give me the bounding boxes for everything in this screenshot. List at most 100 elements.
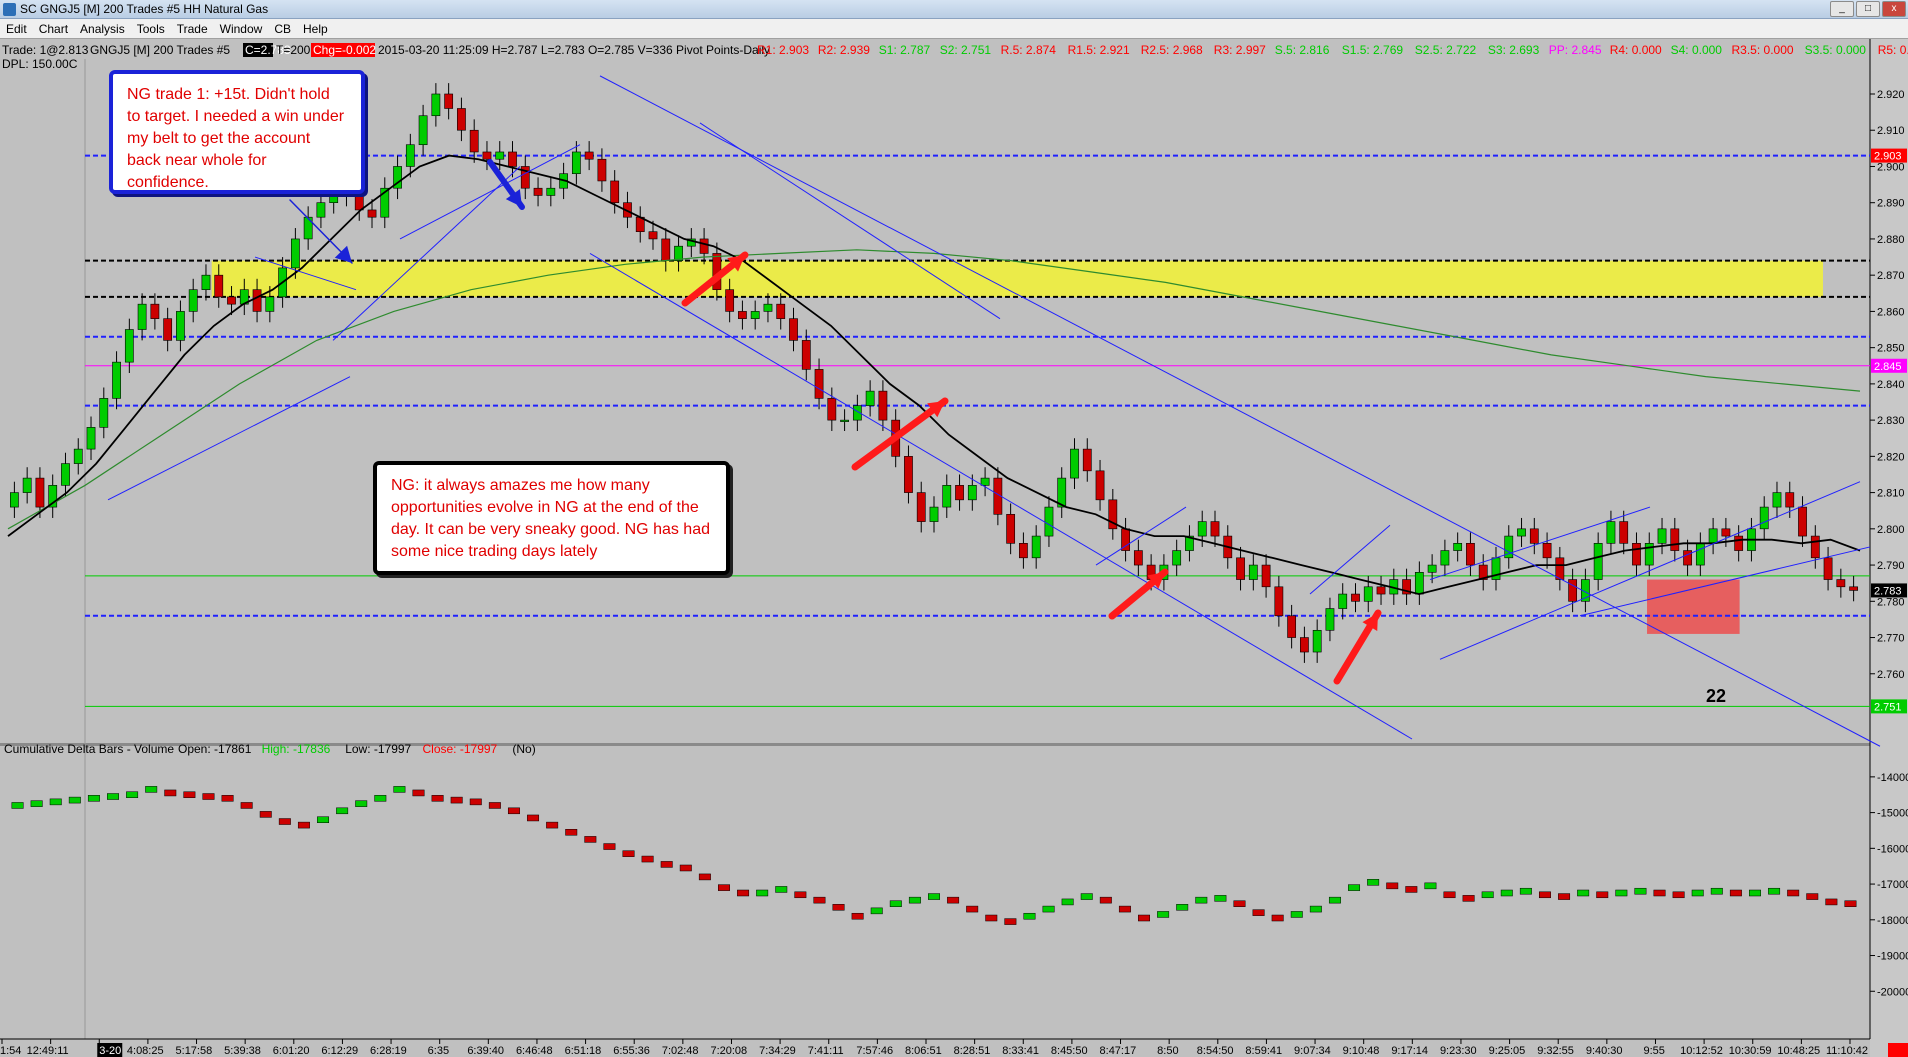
delta-bar [584,836,597,843]
annotation-number: 22 [1706,686,1726,706]
candle-body [1721,528,1731,537]
delta-bar [202,793,215,800]
candle-body [495,151,505,160]
candle-body [1019,543,1028,559]
y-tick-label: 2.800 [1877,524,1905,536]
delta-bar [374,795,387,802]
x-tick-label: 11:10:42 [1826,1045,1868,1057]
ohlc-label: 2015-03-20 11:25:09 H=2.787 L=2.783 O=2.… [378,43,770,57]
menu-chart[interactable]: Chart [33,19,74,38]
candle-body [112,361,121,399]
menu-trade[interactable]: Trade [171,19,214,38]
y-tick-label: 2.780 [1877,596,1905,608]
delta-bar [1004,918,1017,925]
delta-stat-label: Close: -17997 [423,742,498,756]
candle-body [176,311,185,341]
candle-body [1555,557,1565,580]
candle-body [1351,593,1360,602]
candle-body [1133,550,1143,566]
candle-body [1325,608,1335,631]
x-tick-label: 10:48:25 [1777,1045,1820,1057]
candle-body [980,477,990,486]
candle-body [354,195,364,211]
candle-body [865,390,875,406]
candle-body [776,303,786,319]
delta-bar [1023,912,1036,920]
delta-bar [546,821,559,829]
delta-bar [336,807,349,815]
delta-bar [1195,896,1208,904]
candle-body [1619,521,1629,544]
x-tick-label: 12:49:11 [27,1045,69,1057]
y-tick-label: 2.920 [1877,89,1905,101]
candle-body [1095,470,1105,501]
menu-window[interactable]: Window [214,19,269,38]
candle-body [1849,586,1859,591]
delta-bar [1596,891,1609,899]
delta-bar [1157,911,1170,918]
delta-bar [622,850,635,857]
x-tick-label: 10:12:52 [1680,1045,1723,1057]
candle-body [1287,615,1297,638]
candle-body [469,129,479,153]
delta-bar [1386,882,1399,890]
maximize-button[interactable]: □ [1856,1,1880,17]
delta-bar [775,886,788,893]
candle-body [1031,535,1041,559]
delta-bar [679,864,692,872]
pivot-label: S4: 0.000 [1671,43,1723,57]
candle-body [878,390,888,421]
candle-body [1376,586,1386,595]
delta-bar [431,795,444,802]
pivot-label: R2.5: 2.968 [1141,43,1203,57]
delta-bar [1844,900,1857,907]
menu-analysis[interactable]: Analysis [74,19,131,38]
candle-body [1798,506,1807,537]
pivot-label: R2: 2.939 [818,43,870,57]
delta-bar [698,873,711,881]
x-tick-label: 8:45:50 [1051,1045,1088,1057]
candle-body [699,238,709,254]
delta-bar [1271,914,1284,922]
candle-body [1708,528,1718,544]
candle-body [201,274,211,290]
delta-bar [221,795,234,802]
delta-bar [507,807,520,815]
candle-body [1044,506,1054,537]
delta-bar [1367,879,1380,886]
candle-body [1734,535,1744,551]
minimize-button[interactable]: _ [1830,1,1854,17]
close-button[interactable]: x [1882,1,1906,17]
delta-bar [966,905,979,913]
menu-tools[interactable]: Tools [131,19,171,38]
menu-cb[interactable]: CB [268,19,297,38]
candle-body [1542,543,1552,559]
candle-body [1440,550,1450,566]
y-tick-label: 2.850 [1877,343,1905,355]
delta-bar [1252,909,1265,916]
candle-body [1414,572,1424,595]
pivot-label: S3: 2.693 [1488,43,1540,57]
delta-bar [297,821,310,829]
delta-bar [1405,886,1418,893]
delta-y-tick-label: -20000 [1877,986,1908,998]
menu-edit[interactable]: Edit [0,19,33,38]
x-tick-label: 5:17:58 [176,1045,213,1057]
candle-body [1657,528,1667,544]
x-tick-label: 8:33:41 [1002,1045,1039,1057]
pivot-label: S.5: 2.816 [1275,43,1330,57]
x-tick-label: 7:34:29 [759,1045,796,1057]
candle-body [188,289,198,312]
candle-body [227,296,236,305]
delta-bar [947,896,960,904]
delta-bar [1138,914,1150,922]
delta-bar [1443,891,1456,899]
delta-bar [813,896,826,904]
candle-body [1632,543,1641,566]
delta-bar [1118,905,1131,913]
delta-bar [832,904,845,911]
delta-bar [565,829,578,836]
menu-help[interactable]: Help [297,19,334,38]
x-tick-label: 3-20 [99,1045,121,1057]
candle-body [1312,629,1322,653]
